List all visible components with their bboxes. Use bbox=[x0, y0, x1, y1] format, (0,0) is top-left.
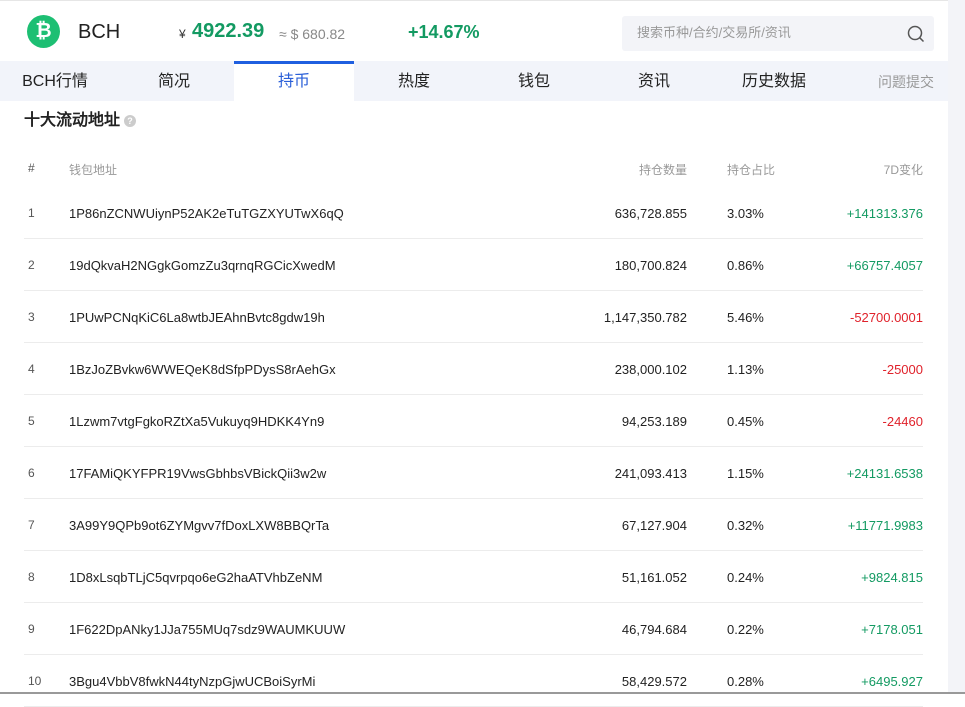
section-title-text: 十大流动地址 bbox=[24, 112, 121, 129]
row-quantity: 94,253.189 bbox=[621, 414, 687, 429]
row-7d-change: -24460 bbox=[882, 414, 923, 429]
search-input[interactable] bbox=[637, 25, 897, 40]
search-box bbox=[622, 16, 934, 51]
coin-symbol: BCH bbox=[78, 21, 121, 43]
tab-holdings[interactable]: 持币 bbox=[234, 61, 354, 101]
row-7d-change: -25000 bbox=[882, 362, 923, 377]
currency-symbol: ¥ bbox=[179, 27, 186, 41]
row-rank: 6 bbox=[28, 466, 35, 480]
table-row[interactable]: 7 3A99Y9QPb9ot6ZYMgvv7fDoxLXW8BBQrTa 67,… bbox=[24, 499, 923, 551]
table-row[interactable]: 5 1Lzwm7vtgFgkoRZtXa5Vukuyq9HDKK4Yn9 94,… bbox=[24, 395, 923, 447]
wallet-address-link[interactable]: 1Lzwm7vtgFgkoRZtXa5Vukuyq9HDKK4Yn9 bbox=[69, 414, 324, 429]
tab-history[interactable]: 历史数据 bbox=[714, 61, 834, 101]
row-quantity: 46,794.684 bbox=[621, 622, 687, 637]
section-title: 十大流动地址? bbox=[24, 106, 137, 130]
tab-wallet[interactable]: 钱包 bbox=[474, 61, 594, 101]
row-rank: 1 bbox=[28, 206, 35, 220]
tab-feedback[interactable]: 问题提交 bbox=[868, 61, 944, 101]
tab-popularity[interactable]: 热度 bbox=[354, 61, 474, 101]
row-quantity: 180,700.824 bbox=[614, 258, 687, 273]
table-row[interactable]: 3 1PUwPCNqKiC6La8wtbJEAhnBvtc8gdw19h 1,1… bbox=[24, 291, 923, 343]
row-percent: 0.24% bbox=[727, 570, 764, 585]
row-percent: 1.13% bbox=[727, 362, 764, 377]
tab-market[interactable]: BCH行情 bbox=[0, 61, 110, 101]
row-quantity: 67,127.904 bbox=[621, 518, 687, 533]
table-row[interactable]: 1 1P86nZCNWUiynP52AK2eTuTGZXYUTwX6qQ 636… bbox=[24, 187, 923, 239]
tab-overview[interactable]: 简况 bbox=[114, 61, 234, 101]
wallet-address-link[interactable]: 17FAMiQKYFPR19VwsGbhbsVBickQii3w2w bbox=[69, 466, 326, 481]
row-rank: 10 bbox=[28, 674, 42, 688]
table-row[interactable]: 9 1F622DpANky1JJa755MUq7sdz9WAUMKUUW 46,… bbox=[24, 603, 923, 655]
wallet-address-link[interactable]: 19dQkvaH2NGgkGomzZu3qrnqRGCicXwedM bbox=[69, 258, 336, 273]
wallet-address-link[interactable]: 1F622DpANky1JJa755MUq7sdz9WAUMKUUW bbox=[69, 622, 345, 637]
scrollbar-track[interactable] bbox=[948, 0, 965, 694]
wallet-address-link[interactable]: 3Bgu4VbbV8fwkN44tyNzpGjwUCBoiSyrMi bbox=[69, 674, 315, 689]
row-rank: 7 bbox=[28, 518, 35, 532]
row-percent: 3.03% bbox=[727, 206, 764, 221]
bch-logo-icon: ₿ bbox=[27, 15, 60, 48]
row-7d-change: +24131.6538 bbox=[846, 466, 923, 481]
coin-header: ₿ BCH ¥ 4922.39 ≈ $ 680.82 +14.67% bbox=[0, 1, 948, 61]
row-percent: 0.32% bbox=[727, 518, 764, 533]
table-row[interactable]: 6 17FAMiQKYFPR19VwsGbhbsVBickQii3w2w 241… bbox=[24, 447, 923, 499]
row-rank: 2 bbox=[28, 258, 35, 272]
row-7d-change: +11771.9983 bbox=[847, 518, 923, 533]
tab-bar: BCH行情 简况 持币 热度 钱包 资讯 历史数据 问题提交 bbox=[0, 61, 948, 101]
top-addresses-table: # 钱包地址 持仓数量 持仓占比 7D变化 1 1P86nZCNWUiynP52… bbox=[24, 150, 923, 707]
table-row[interactable]: 10 3Bgu4VbbV8fwkN44tyNzpGjwUCBoiSyrMi 58… bbox=[24, 655, 923, 707]
row-7d-change: +141313.376 bbox=[846, 206, 923, 221]
row-rank: 4 bbox=[28, 362, 35, 376]
header-percent: 持仓占比 bbox=[727, 163, 776, 177]
wallet-address-link[interactable]: 1D8xLsqbTLjC5qvrpqo6eG2haATVhbZeNM bbox=[69, 570, 322, 585]
row-percent: 0.22% bbox=[727, 622, 764, 637]
table-row[interactable]: 8 1D8xLsqbTLjC5qvrpqo6eG2haATVhbZeNM 51,… bbox=[24, 551, 923, 603]
price-usd: ≈ $ 680.82 bbox=[279, 26, 346, 42]
row-rank: 8 bbox=[28, 570, 35, 584]
header-quantity: 持仓数量 bbox=[638, 163, 687, 177]
wallet-address-link[interactable]: 3A99Y9QPb9ot6ZYMgvv7fDoxLXW8BBQrTa bbox=[69, 518, 329, 533]
wallet-address-link[interactable]: 1BzJoZBvkw6WWEQeK8dSfpPDysS8rAehGx bbox=[69, 362, 336, 377]
row-7d-change: +6495.927 bbox=[861, 674, 923, 689]
header-address: 钱包地址 bbox=[69, 163, 118, 177]
price-cny: 4922.39 bbox=[192, 20, 265, 42]
row-quantity: 636,728.855 bbox=[614, 206, 687, 221]
wallet-address-link[interactable]: 1P86nZCNWUiynP52AK2eTuTGZXYUTwX6qQ bbox=[69, 206, 344, 221]
search-icon[interactable] bbox=[906, 24, 926, 44]
row-quantity: 1,147,350.782 bbox=[603, 310, 687, 325]
table-row[interactable]: 4 1BzJoZBvkw6WWEQeK8dSfpPDysS8rAehGx 238… bbox=[24, 343, 923, 395]
row-percent: 5.46% bbox=[727, 310, 764, 325]
row-7d-change: -52700.0001 bbox=[849, 310, 923, 325]
row-percent: 1.15% bbox=[727, 466, 764, 481]
row-7d-change: +9824.815 bbox=[861, 570, 923, 585]
help-icon[interactable]: ? bbox=[124, 114, 137, 127]
row-rank: 3 bbox=[28, 310, 35, 324]
row-quantity: 238,000.102 bbox=[614, 362, 687, 377]
row-percent: 0.86% bbox=[727, 258, 764, 273]
row-quantity: 58,429.572 bbox=[621, 674, 687, 689]
price-change: +14.67% bbox=[408, 22, 480, 42]
table-header: # 钱包地址 持仓数量 持仓占比 7D变化 bbox=[24, 150, 923, 187]
wallet-address-link[interactable]: 1PUwPCNqKiC6La8wtbJEAhnBvtc8gdw19h bbox=[69, 310, 325, 325]
row-7d-change: +66757.4057 bbox=[846, 258, 923, 273]
row-rank: 5 bbox=[28, 414, 35, 428]
row-quantity: 241,093.413 bbox=[614, 466, 687, 481]
table-row[interactable]: 2 19dQkvaH2NGgkGomzZu3qrnqRGCicXwedM 180… bbox=[24, 239, 923, 291]
header-rank: # bbox=[28, 161, 35, 175]
tab-news[interactable]: 资讯 bbox=[594, 61, 714, 101]
row-quantity: 51,161.052 bbox=[621, 570, 687, 585]
row-7d-change: +7178.051 bbox=[861, 622, 923, 637]
row-percent: 0.45% bbox=[727, 414, 764, 429]
row-rank: 9 bbox=[28, 622, 35, 636]
header-change: 7D变化 bbox=[883, 163, 923, 177]
row-percent: 0.28% bbox=[727, 674, 764, 689]
